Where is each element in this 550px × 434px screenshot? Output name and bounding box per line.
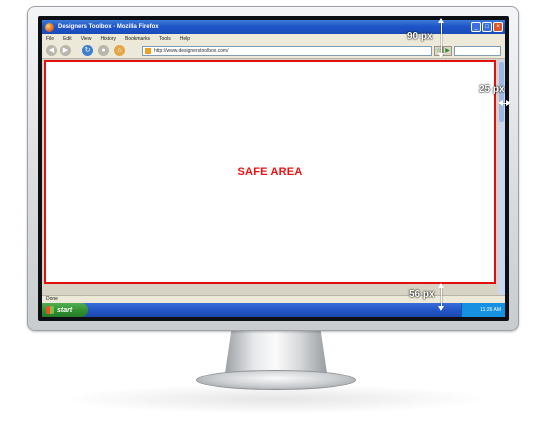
- right-dimension-label: 25 px: [479, 84, 505, 95]
- vertical-scrollbar[interactable]: [498, 60, 505, 295]
- start-button[interactable]: start: [42, 303, 88, 317]
- menu-tools[interactable]: Tools: [159, 36, 171, 42]
- close-button[interactable]: ×: [493, 22, 503, 32]
- monitor-stand-base: [196, 370, 356, 390]
- navigation-toolbar: ◀ ▶ ↻ ● ⌂ http://www.designerstoolbox.co…: [42, 43, 505, 59]
- home-icon[interactable]: ⌂: [114, 45, 125, 56]
- menu-bar: File Edit View History Bookmarks Tools H…: [42, 34, 505, 43]
- maximize-button[interactable]: □: [482, 22, 492, 32]
- window-titlebar[interactable]: Designers Toolbox - Mozilla Firefox _ □ …: [42, 20, 505, 34]
- system-tray-clock[interactable]: 11:26 AM: [461, 303, 505, 317]
- back-arrow-icon[interactable]: ◀: [46, 45, 57, 56]
- taskbar: start 11:26 AM: [42, 303, 505, 317]
- start-label: start: [57, 306, 73, 314]
- url-text[interactable]: http://www.designerstoolbox.com/: [154, 48, 228, 54]
- monitor: Designers Toolbox - Mozilla Firefox _ □ …: [27, 6, 519, 331]
- search-input[interactable]: [454, 46, 501, 56]
- bottom-dimension-arrow: [438, 283, 444, 311]
- top-dimension-label: 90 px: [407, 31, 433, 42]
- menu-help[interactable]: Help: [180, 36, 190, 42]
- monitor-bezel: Designers Toolbox - Mozilla Firefox _ □ …: [38, 16, 509, 321]
- reload-icon[interactable]: ↻: [82, 45, 93, 56]
- windows-logo-icon: [46, 306, 54, 314]
- go-button[interactable]: ▶: [443, 46, 452, 56]
- menu-view[interactable]: View: [81, 36, 92, 42]
- safe-area-label: SAFE AREA: [237, 166, 303, 178]
- status-bar: Done: [42, 295, 505, 303]
- right-dimension-arrow: [498, 100, 511, 106]
- menu-bookmarks[interactable]: Bookmarks: [125, 36, 150, 42]
- minimize-button[interactable]: _: [471, 22, 481, 32]
- firefox-icon: [45, 22, 54, 32]
- menu-history[interactable]: History: [100, 36, 116, 42]
- page-viewport: SAFE AREA: [42, 60, 505, 295]
- window-controls: _ □ ×: [471, 22, 503, 32]
- menu-file[interactable]: File: [46, 36, 54, 42]
- menu-edit[interactable]: Edit: [63, 36, 72, 42]
- safe-area-box: SAFE AREA: [44, 60, 496, 284]
- top-dimension-arrow: [438, 18, 444, 58]
- url-bar[interactable]: http://www.designerstoolbox.com/: [142, 46, 432, 56]
- stop-icon[interactable]: ●: [98, 45, 109, 56]
- site-favicon: [145, 48, 151, 54]
- bottom-dimension-label: 56 px: [409, 289, 435, 300]
- forward-arrow-icon[interactable]: ▶: [60, 45, 71, 56]
- screen: Designers Toolbox - Mozilla Firefox _ □ …: [42, 20, 505, 317]
- window-title: Designers Toolbox - Mozilla Firefox: [58, 24, 159, 30]
